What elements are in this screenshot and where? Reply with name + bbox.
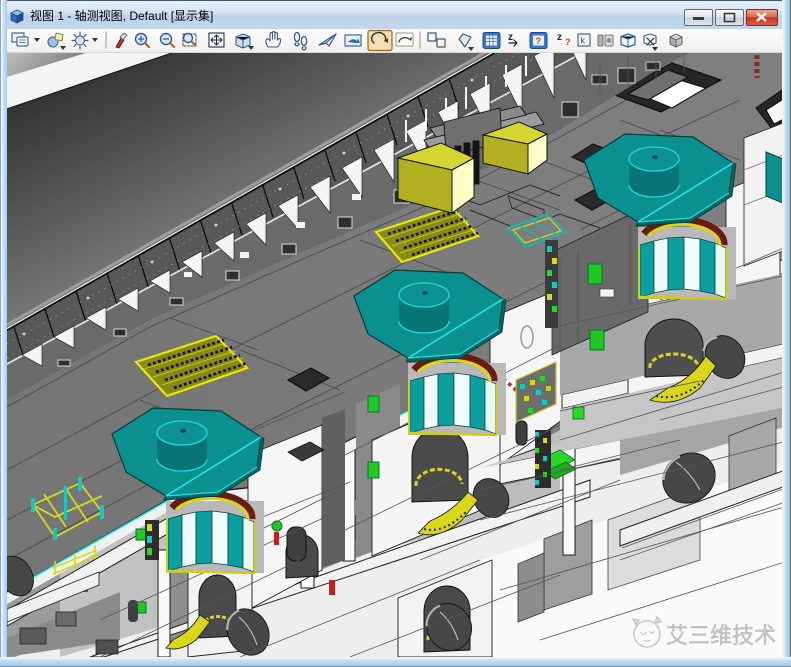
svg-text:?: ? [536, 36, 542, 46]
svg-text:z: z [557, 32, 562, 43]
svg-text:艾三维技术: 艾三维技术 [666, 623, 776, 648]
svg-text:k: k [581, 36, 586, 46]
svg-text:?: ? [565, 37, 571, 47]
svg-text:z: z [508, 32, 513, 43]
